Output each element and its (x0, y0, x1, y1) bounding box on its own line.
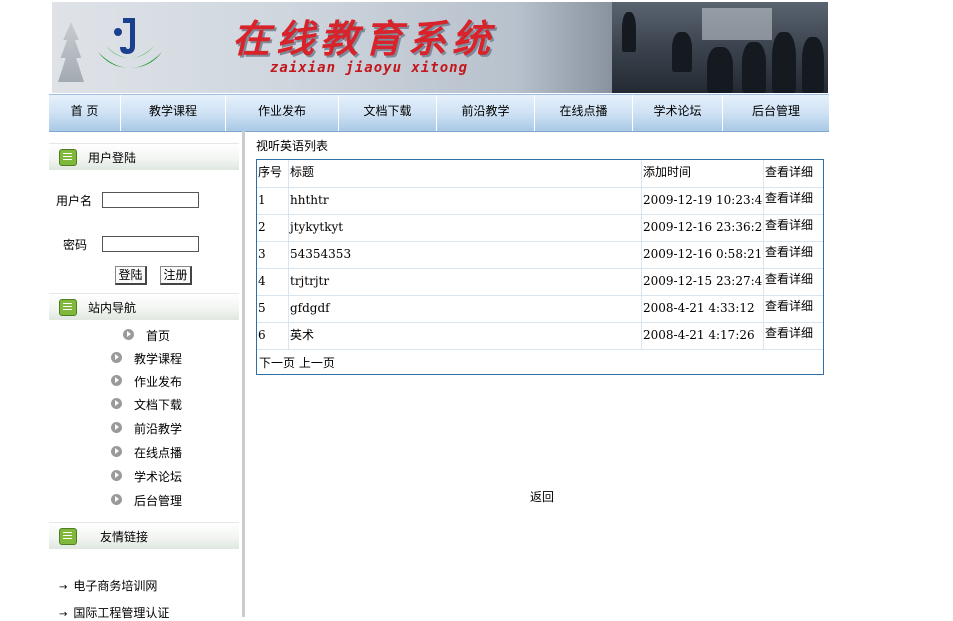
site-nav-item-vod[interactable]: 在线点播 (134, 444, 182, 461)
page-wrapper: 在线教育系统 zaixian jiaoyu xitong 首 页 教学课程 作业… (49, 0, 829, 620)
login-section-header: 用户登陆 (49, 143, 239, 170)
view-detail-link[interactable]: 查看详细 (764, 322, 823, 349)
nav-item-homework[interactable]: 作业发布 (226, 95, 339, 131)
link-item[interactable]: → 国际工程管理认证 (59, 604, 169, 621)
nav-item-courses[interactable]: 教学课程 (121, 95, 226, 131)
links-heading: 友情链接 (100, 530, 149, 544)
nav-item-frontier[interactable]: 前沿教学 (437, 95, 535, 131)
view-detail-link[interactable]: 查看详细 (764, 295, 823, 322)
site-nav-section-header: 站内导航 (49, 293, 239, 320)
table-row: 1 hhthtr 2009-12-19 10:23:42 查看详细 (257, 187, 823, 215)
view-detail-link[interactable]: 查看详细 (764, 187, 823, 214)
login-button[interactable]: 登陆 (115, 266, 147, 285)
table-row: 5 gfdgdf 2008-4-21 4:33:12 查看详细 (257, 295, 823, 323)
pagoda-image (58, 22, 84, 82)
arrow-bullet-icon (111, 470, 122, 481)
site-nav-heading: 站内导航 (88, 301, 137, 315)
site-nav-item-forum[interactable]: 学术论坛 (134, 468, 182, 485)
nav-item-downloads[interactable]: 文档下载 (339, 95, 437, 131)
arrow-right-icon: → (59, 609, 68, 620)
username-input[interactable] (102, 192, 199, 208)
book-icon (59, 149, 77, 166)
arrow-bullet-icon (111, 375, 122, 386)
page-title: 视听英语列表 (256, 139, 329, 153)
nav-item-admin[interactable]: 后台管理 (723, 95, 829, 131)
list-table: 序号 标题 添加时间 查看详细 1 hhthtr 2009-12-19 10:2… (256, 159, 824, 375)
arrow-bullet-icon (111, 398, 122, 409)
nav-item-vod[interactable]: 在线点播 (535, 95, 633, 131)
column-header-title: 标题 (289, 160, 642, 187)
arrow-bullet-icon (123, 329, 134, 340)
column-header-detail: 查看详细 (765, 165, 814, 179)
view-detail-link[interactable]: 查看详细 (764, 214, 823, 241)
table-header-row: 序号 标题 添加时间 查看详细 (257, 160, 823, 188)
table-row: 4 trjtrjtr 2009-12-15 23:27:41 查看详细 (257, 268, 823, 296)
password-input[interactable] (102, 236, 199, 252)
table-row: 6 英术 2008-4-21 4:17:26 查看详细 (257, 322, 823, 350)
view-detail-link[interactable]: 查看详细 (764, 268, 823, 295)
arrow-bullet-icon (111, 494, 122, 505)
password-label: 密码 (63, 238, 88, 252)
nav-item-forum[interactable]: 学术论坛 (633, 95, 723, 131)
classroom-photo (612, 2, 828, 93)
left-sidebar: 用户登陆 用户名 密码 登陆 注册 站内导航 首页 教学课程 作业发布 文档下载… (49, 131, 245, 620)
site-nav-item-downloads[interactable]: 文档下载 (134, 396, 182, 413)
site-title: 在线教育系统 (232, 16, 497, 61)
table-row: 3 54354353 2009-12-16 0:58:21 查看详细 (257, 241, 823, 269)
link-item[interactable]: → 电子商务培训网 (59, 577, 157, 594)
arrow-bullet-icon (111, 422, 122, 433)
site-subtitle: zaixian jiaoyu xitong (270, 60, 469, 76)
arrow-bullet-icon (111, 446, 122, 457)
view-detail-link[interactable]: 查看详细 (764, 241, 823, 268)
prev-page-link[interactable]: 上一页 (299, 356, 335, 370)
site-nav-item-home[interactable]: 首页 (146, 327, 170, 344)
pagination: 下一页 上一页 (259, 354, 335, 371)
site-logo-icon (98, 18, 162, 68)
arrow-bullet-icon (111, 352, 122, 363)
login-heading: 用户登陆 (88, 151, 137, 165)
table-row: 2 jtykytkyt 2009-12-16 23:36:20 查看详细 (257, 214, 823, 242)
column-header-no: 序号 (257, 160, 289, 187)
arrow-right-icon: → (59, 582, 68, 593)
links-section-header: 友情链接 (49, 522, 239, 549)
main-content: 视听英语列表 序号 标题 添加时间 查看详细 1 hhthtr 2009-12-… (255, 131, 829, 617)
site-nav-item-homework[interactable]: 作业发布 (134, 373, 182, 390)
book-icon (59, 528, 77, 545)
back-link[interactable]: 返回 (530, 488, 554, 505)
header-banner: 在线教育系统 zaixian jiaoyu xitong (52, 2, 828, 93)
site-nav-item-courses[interactable]: 教学课程 (134, 350, 182, 367)
site-nav-item-admin[interactable]: 后台管理 (134, 492, 182, 509)
book-icon (59, 299, 77, 316)
register-button[interactable]: 注册 (160, 266, 192, 285)
site-nav-item-frontier[interactable]: 前沿教学 (134, 420, 182, 437)
username-label: 用户名 (56, 194, 93, 208)
main-nav: 首 页 教学课程 作业发布 文档下载 前沿教学 在线点播 学术论坛 后台管理 (49, 94, 829, 132)
next-page-link[interactable]: 下一页 (259, 356, 295, 370)
nav-item-home[interactable]: 首 页 (49, 95, 121, 131)
column-header-time: 添加时间 (642, 160, 764, 187)
